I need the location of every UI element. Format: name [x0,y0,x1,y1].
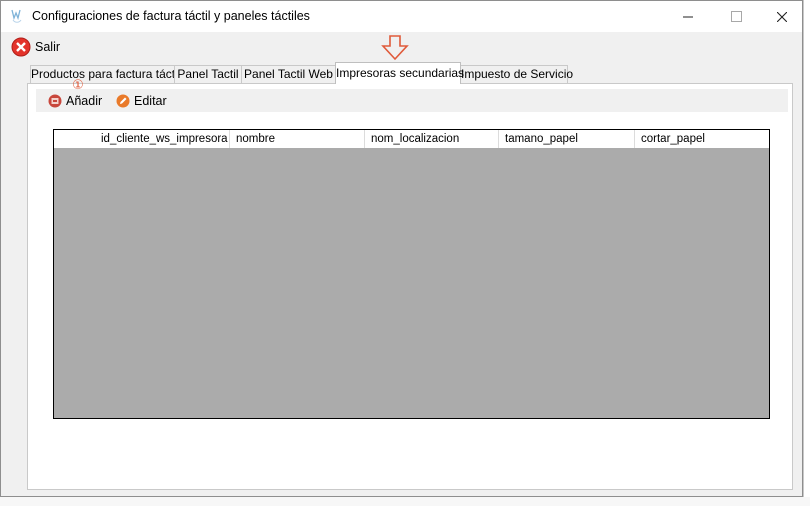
close-icon [777,11,787,22]
column-header[interactable]: cortar_papel [635,130,769,148]
tab-label: Panel Tactil [177,67,239,81]
window-title: Configuraciones de factura táctil y pane… [32,9,310,23]
maximize-icon [730,11,742,22]
tab-impuesto-servicio[interactable]: Impuesto de Servicio [460,65,573,83]
step-marker: ① [72,77,84,92]
close-circle-icon [11,37,31,57]
tab-panel-tactil[interactable]: Panel Tactil [174,65,242,83]
w-app-icon [11,9,22,23]
tab-label: Productos para factura táctil [31,67,181,81]
column-header[interactable]: id_cliente_ws_impresora [54,130,230,148]
settings-window: Configuraciones de factura táctil y pane… [0,0,803,497]
edit-button[interactable]: Editar [116,92,167,110]
grid-header: id_cliente_ws_impresora nombre nom_local… [54,130,769,148]
column-header[interactable]: nombre [230,130,365,148]
maximize-button[interactable] [713,1,759,32]
tab-impresoras-secundarias[interactable]: Impresoras secundarias [335,62,465,84]
tab-label: Panel Tactil Web [244,67,333,81]
add-icon [48,94,62,108]
exit-label: Salir [35,40,61,54]
printers-data-grid[interactable]: id_cliente_ws_impresora nombre nom_local… [53,129,770,419]
panel-toolbar: Añadir Editar [36,89,788,112]
exit-button[interactable]: Salir [11,36,60,58]
tab-label: Impuesto de Servicio [461,67,574,81]
close-button[interactable] [759,1,805,32]
background-window-edge [803,0,810,506]
tab-panel: Añadir Editar id_cliente_ws_impresora no… [27,83,793,490]
tab-label: Impresoras secundarias [336,66,465,80]
minimize-button[interactable] [665,1,711,32]
add-button[interactable]: Añadir [48,92,102,110]
minimize-icon [683,16,693,17]
tab-panel-tactil-web[interactable]: Panel Tactil Web [241,65,336,83]
edit-label: Editar [134,94,167,108]
column-header[interactable]: tamano_papel [499,130,635,148]
down-arrow-icon [381,35,409,61]
add-label: Añadir [66,94,103,108]
background-window-edge-bottom [0,497,810,506]
tab-productos-factura-tactil[interactable]: Productos para factura táctil [30,65,180,83]
column-header[interactable]: nom_localizacion [365,130,499,148]
title-bar: Configuraciones de factura táctil y pane… [1,1,802,32]
edit-icon [116,94,130,108]
